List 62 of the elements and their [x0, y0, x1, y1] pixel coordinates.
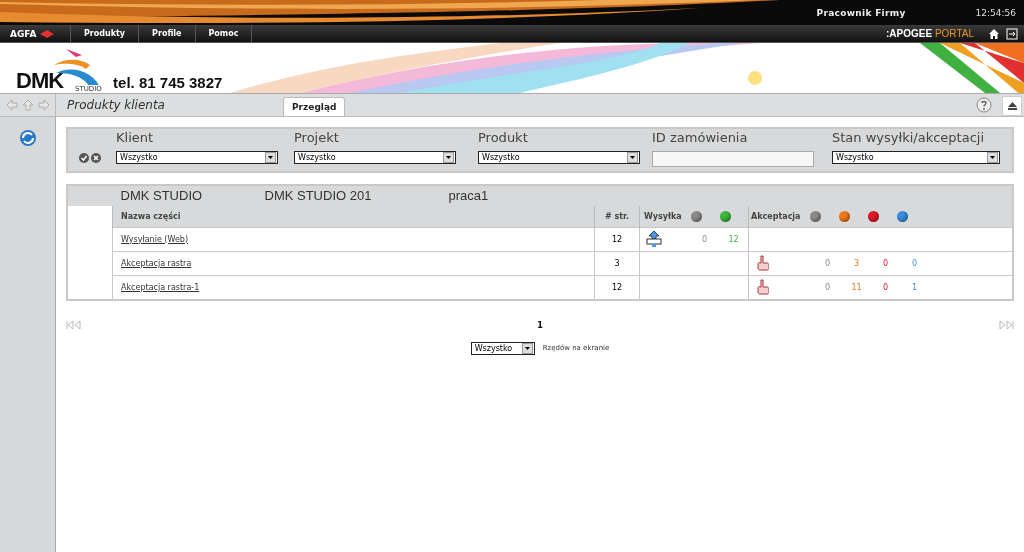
clear-icon[interactable] — [91, 152, 101, 163]
page-number[interactable]: 1 — [537, 320, 543, 330]
logout-icon[interactable] — [1006, 27, 1018, 40]
column-header: Nazwa części — [112, 205, 595, 227]
status-count: 0 — [823, 258, 832, 268]
apply-icon[interactable] — [79, 152, 89, 163]
filter-label: ID zamówienia — [651, 129, 749, 147]
home-icon[interactable] — [988, 27, 1000, 40]
filter-label: Produkt — [477, 129, 529, 147]
select-field[interactable]: Wszystko — [116, 151, 278, 165]
status-count: 3 — [852, 258, 861, 268]
part-link[interactable]: Akceptacja rastra-1 — [121, 282, 200, 292]
table-cell: 12 — [594, 275, 640, 300]
help-icon[interactable] — [976, 97, 992, 113]
collapse-button[interactable] — [1002, 96, 1022, 116]
refresh-icon[interactable] — [18, 129, 37, 147]
nav-link[interactable]: Pomoc — [195, 25, 253, 42]
part-link[interactable]: Akceptacja rastra — [121, 258, 192, 268]
page-title: Produkty klienta — [66, 97, 166, 114]
nav-link[interactable]: Profile — [139, 25, 196, 42]
upload-icon[interactable] — [646, 230, 662, 248]
status-count: 0 — [700, 234, 709, 244]
table-cell: 12 — [594, 227, 640, 251]
phone-number: tel. 81 745 3827 — [113, 74, 223, 92]
select-field[interactable]: Wszystko — [294, 151, 456, 165]
table-cell: 3 — [594, 251, 640, 275]
status-count: 0 — [910, 258, 919, 268]
select-field[interactable]: Wszystko — [478, 151, 640, 165]
select-field[interactable]: Wszystko — [832, 151, 1000, 165]
client-name: DMK STUDIO — [119, 188, 204, 203]
user-name: Pracownik Firmy — [816, 7, 906, 18]
product-name: praca1 — [448, 188, 489, 203]
status-count: 0 — [823, 282, 832, 292]
column-header: # str. — [594, 205, 640, 227]
filter-label: Projekt — [293, 129, 340, 147]
input-field[interactable] — [652, 150, 814, 167]
hand-icon[interactable] — [757, 279, 769, 295]
status-count: 11 — [850, 282, 863, 292]
status-count: 12 — [727, 234, 740, 244]
caret-icon — [627, 152, 638, 164]
column-header: Wysyłka — [644, 211, 682, 221]
filter-label: Stan wysyłki/akceptacji — [831, 129, 986, 147]
part-link[interactable]: Wysyłanie (Web) — [121, 234, 189, 244]
project-name: DMK STUDIO 201 — [264, 188, 373, 203]
logo-text: DMK — [16, 70, 64, 92]
brand-logo: AGFA — [0, 25, 71, 42]
clock-time: 12:54:56 — [975, 7, 1016, 18]
status-count: 0 — [881, 282, 890, 292]
caret-icon — [987, 152, 998, 164]
tab[interactable]: Przegląd — [283, 97, 346, 116]
eject-icon — [1007, 102, 1017, 110]
status-count: 1 — [910, 282, 919, 292]
portal-logo: :APOGEE PORTAL — [886, 28, 974, 39]
nav-link[interactable]: Produkty — [71, 25, 140, 42]
status-count: 0 — [881, 258, 890, 268]
rows-select[interactable]: Wszystko — [470, 341, 535, 355]
filter-label: Klient — [115, 129, 155, 147]
caret-icon — [443, 152, 454, 164]
caret-icon — [265, 152, 276, 164]
column-header: Akceptacja — [751, 211, 801, 221]
hand-icon[interactable] — [757, 255, 769, 271]
caret-icon — [521, 342, 533, 354]
